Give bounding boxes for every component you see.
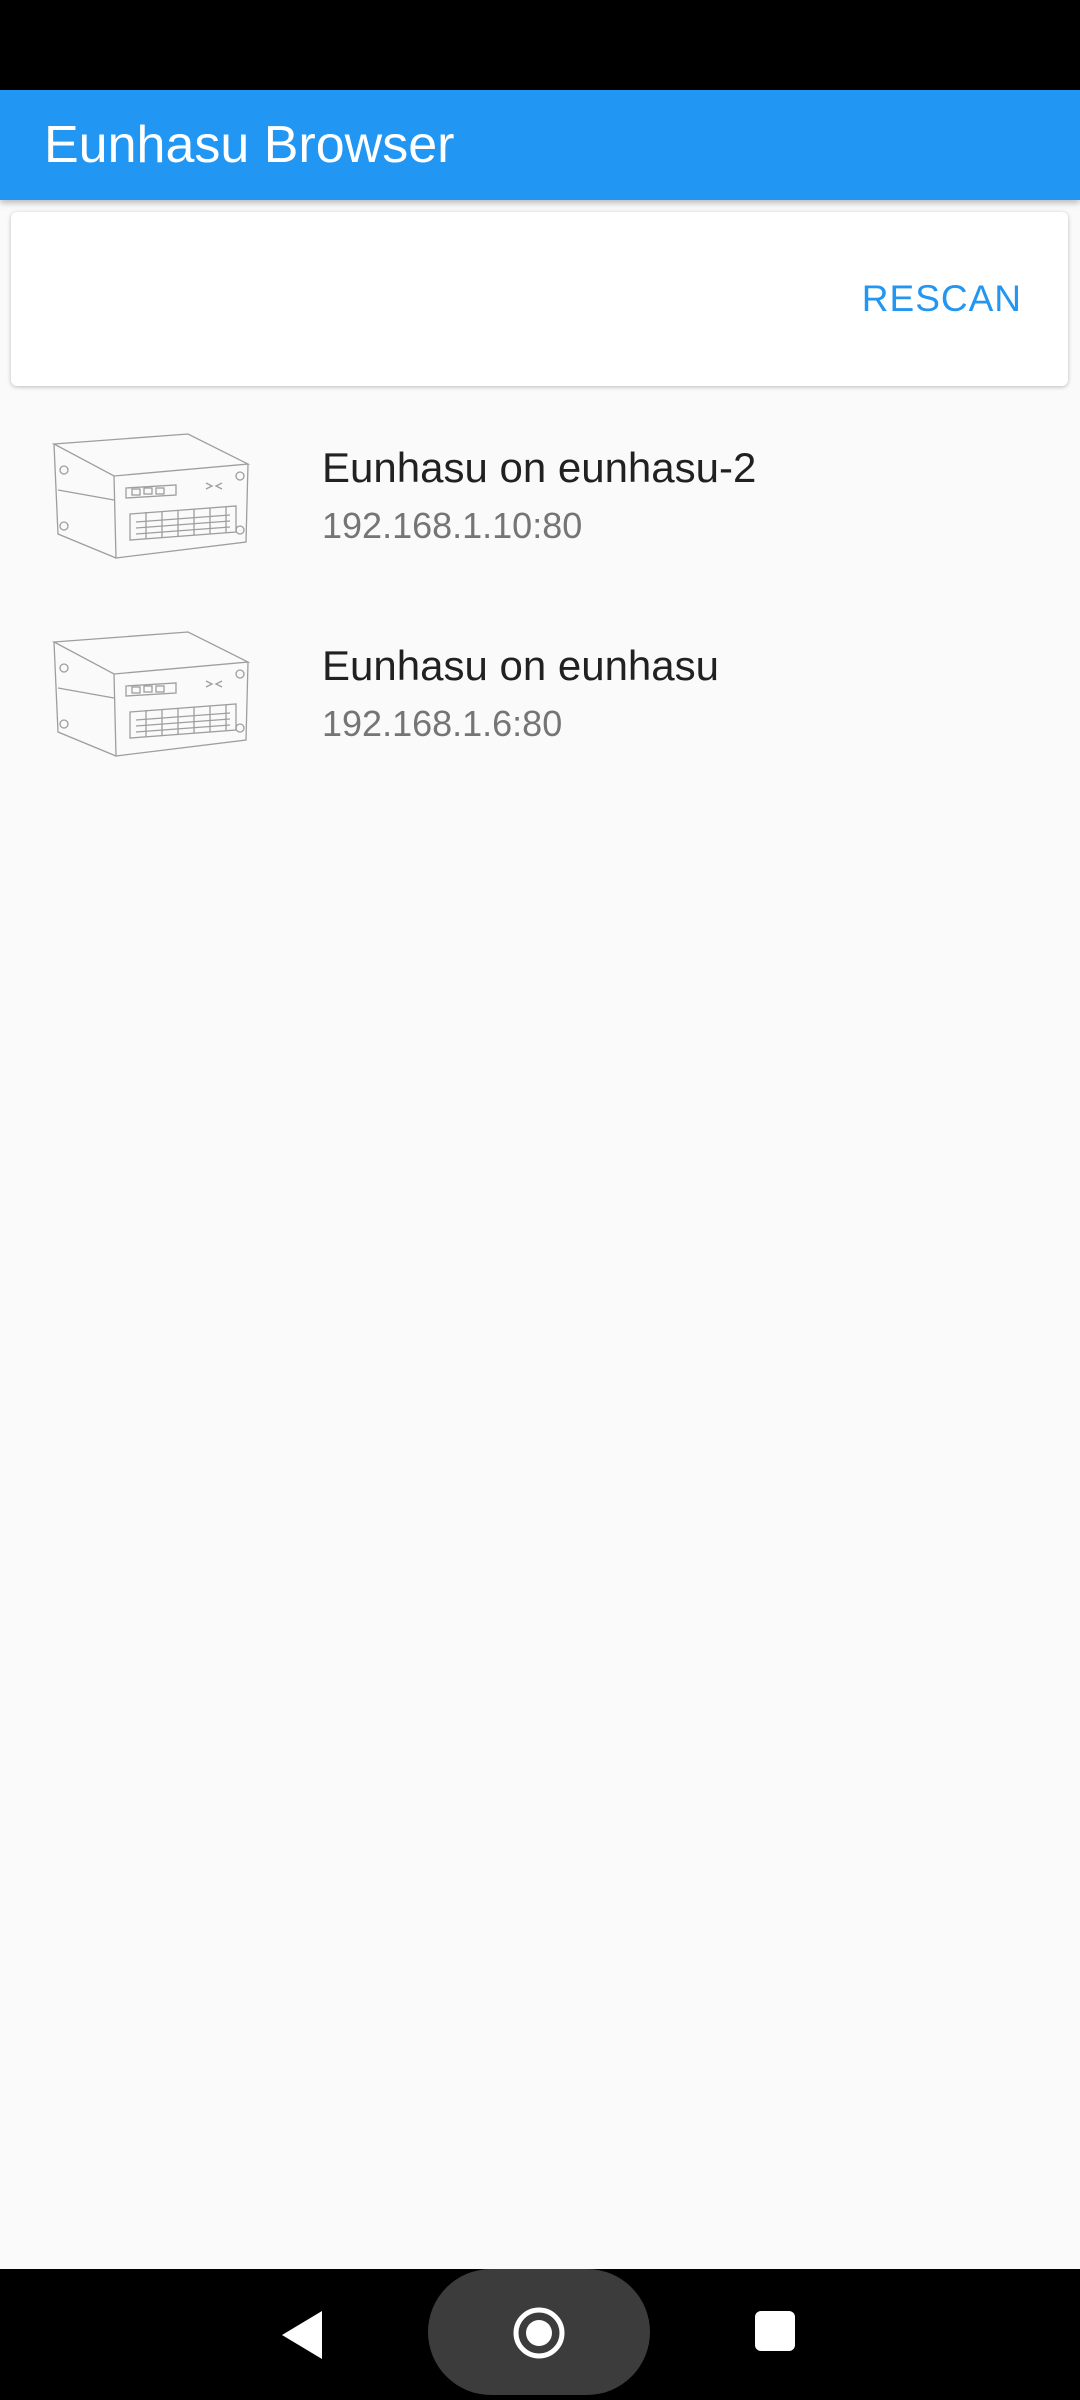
scan-card: RESCAN — [11, 212, 1068, 386]
device-name: Eunhasu on eunhasu-2 — [322, 444, 757, 491]
device-list-item[interactable]: Eunhasu on eunhasu-2 192.168.1.10:80 — [0, 400, 1080, 598]
device-address: 192.168.1.6:80 — [322, 703, 563, 744]
app-title: Eunhasu Browser — [44, 116, 455, 174]
recents-square-icon[interactable] — [755, 2311, 795, 2351]
server-box-icon — [51, 631, 251, 757]
device-address: 192.168.1.10:80 — [322, 505, 583, 546]
status-bar — [0, 0, 1080, 90]
navigation-bar — [0, 2269, 1080, 2400]
home-circle-icon — [513, 2307, 565, 2359]
device-list-item[interactable]: Eunhasu on eunhasu 192.168.1.6:80 — [0, 598, 1080, 796]
back-triangle-icon[interactable] — [278, 2309, 328, 2361]
server-box-icon — [51, 433, 251, 559]
device-name: Eunhasu on eunhasu — [322, 642, 720, 689]
device-list: Eunhasu on eunhasu-2 192.168.1.10:80 Eun… — [0, 400, 1080, 796]
home-button[interactable] — [428, 2269, 650, 2395]
rescan-button[interactable]: RESCAN — [846, 268, 1038, 330]
app-bar: Eunhasu Browser — [0, 90, 1080, 200]
